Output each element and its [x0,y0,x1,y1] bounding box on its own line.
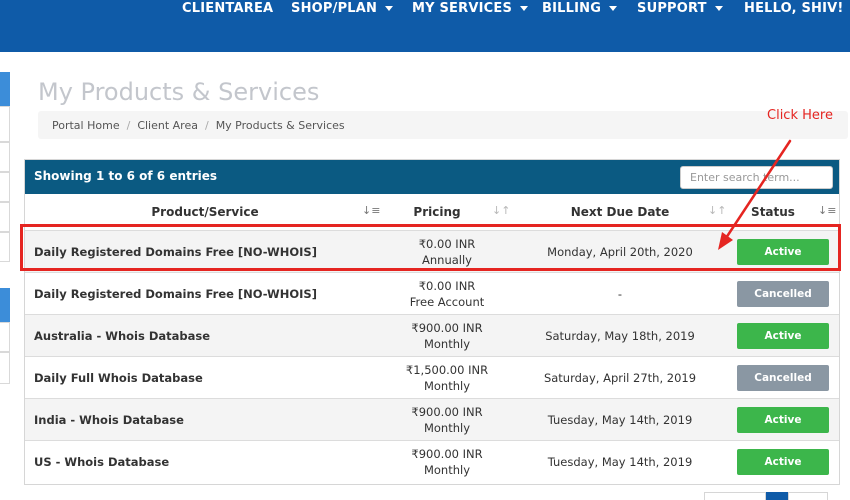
product-name: India - Whois Database [34,413,184,427]
product-name: Daily Registered Domains Free [NO-WHOIS] [34,287,317,301]
pricing-cell: ₹0.00 INR Annually [377,236,517,268]
pricing-cell: ₹900.00 INR Monthly [377,320,517,352]
nav-shop-plan[interactable]: SHOP/PLAN [291,0,394,16]
status-badge: Cancelled [737,281,829,307]
sort-desc-icon[interactable]: ↓≡ [362,204,380,217]
next-due-date: Saturday, April 27th, 2019 [543,371,697,385]
price: ₹900.00 INR [411,447,483,461]
pricing-cell: ₹1,500.00 INR Monthly [377,362,517,394]
search-input[interactable] [680,166,833,189]
click-here-annotation: Click Here [767,108,833,123]
nav-label: HELLO, SHIV! [744,0,844,16]
nav-clientarea[interactable]: CLIENTAREA [182,0,273,16]
column-header-pricing[interactable]: Pricing [377,194,497,230]
sidebar-item[interactable] [0,352,10,384]
billing-cycle: Monthly [423,463,471,477]
status-badge: Active [737,323,829,349]
billing-cycle: Monthly [423,421,471,435]
sidebar-item[interactable] [0,106,10,142]
entries-info: Showing 1 to 6 of 6 entries [34,169,218,183]
sidebar-item[interactable] [0,172,10,202]
table-row[interactable]: Daily Full Whois Database ₹1,500.00 INR … [25,356,839,398]
table-row[interactable]: Daily Registered Domains Free [NO-WHOIS]… [25,272,839,314]
status-badge: Active [737,449,829,475]
nav-label: CLIENTAREA [182,0,274,16]
sort-desc-icon[interactable]: ↓≡ [818,204,836,217]
nav-my-services[interactable]: MY SERVICES [412,0,529,16]
price: ₹0.00 INR [418,237,476,251]
column-header-due-date[interactable]: Next Due Date [530,194,710,230]
nav-label: BILLING [542,0,602,16]
nav-user-menu[interactable]: HELLO, SHIV! [744,0,850,16]
product-name: Daily Full Whois Database [34,371,203,385]
price: ₹1,500.00 INR [405,363,489,377]
sidebar-item[interactable] [0,232,10,262]
sort-icon[interactable]: ↓↑ [708,204,726,217]
table-row[interactable]: India - Whois Database ₹900.00 INR Month… [25,398,839,440]
table-row[interactable]: Daily Registered Domains Free [NO-WHOIS]… [25,230,839,272]
column-header-product[interactable]: Product/Service [25,194,385,230]
table-row[interactable]: US - Whois Database ₹900.00 INR Monthly … [25,440,839,482]
nav-label: SHOP/PLAN [291,0,378,16]
breadcrumb-separator: / [204,118,209,132]
nav-label: SUPPORT [637,0,707,16]
nav-support[interactable]: SUPPORT [637,0,723,16]
pagination-current-page[interactable] [766,492,788,500]
status-badge: Active [737,239,829,265]
column-header-status[interactable]: Status [725,194,821,230]
pagination-previous[interactable] [704,492,766,500]
billing-cycle: Monthly [423,379,471,393]
caret-down-icon [609,5,618,11]
caret-down-icon [714,5,723,11]
price: ₹0.00 INR [418,279,476,293]
product-name: US - Whois Database [34,455,170,469]
pricing-cell: ₹900.00 INR Monthly [377,404,517,436]
price: ₹900.00 INR [411,405,483,419]
pricing-cell: ₹0.00 INR Free Account [377,278,517,310]
sidebar-active-item[interactable] [0,72,10,106]
sort-icon[interactable]: ↓↑ [492,204,510,217]
pagination-next[interactable] [788,492,828,500]
pricing-cell: ₹900.00 INR Monthly [377,446,517,478]
billing-cycle: Free Account [409,295,485,309]
nav-label: MY SERVICES [412,0,513,16]
status-badge: Active [737,407,829,433]
products-table-panel: Showing 1 to 6 of 6 entries Product/Serv… [24,159,840,485]
breadcrumb-client-area[interactable]: Client Area [137,119,198,132]
breadcrumb-current: My Products & Services [215,118,345,132]
sidebar-item[interactable] [0,202,10,232]
billing-cycle: Monthly [423,337,471,351]
next-due-date: Tuesday, May 14th, 2019 [547,413,693,427]
table-header-bar: Showing 1 to 6 of 6 entries [25,160,839,194]
page-title: My Products & Services [38,78,320,106]
breadcrumb: Portal Home / Client Area / My Products … [38,111,848,139]
sidebar-item[interactable] [0,142,10,172]
top-navbar: CLIENTAREA SHOP/PLAN MY SERVICES BILLING… [0,0,850,52]
breadcrumb-portal-home[interactable]: Portal Home [52,119,120,132]
nav-billing[interactable]: BILLING [542,0,618,16]
sidebar-item[interactable] [0,322,10,352]
product-name: Daily Registered Domains Free [NO-WHOIS] [34,245,317,259]
breadcrumb-separator: / [126,118,131,132]
status-badge: Cancelled [737,365,829,391]
billing-cycle: Annually [422,253,472,267]
next-due-date: Saturday, May 18th, 2019 [545,329,695,343]
price: ₹900.00 INR [411,321,483,335]
next-due-date: Tuesday, May 14th, 2019 [547,455,693,469]
caret-down-icon [385,5,394,11]
product-name: Australia - Whois Database [34,329,211,343]
table-row[interactable]: Australia - Whois Database ₹900.00 INR M… [25,314,839,356]
next-due-date: - [617,287,623,301]
next-due-date: Monday, April 20th, 2020 [547,245,693,259]
sidebar-active-item[interactable] [0,288,10,322]
caret-down-icon [520,5,529,11]
